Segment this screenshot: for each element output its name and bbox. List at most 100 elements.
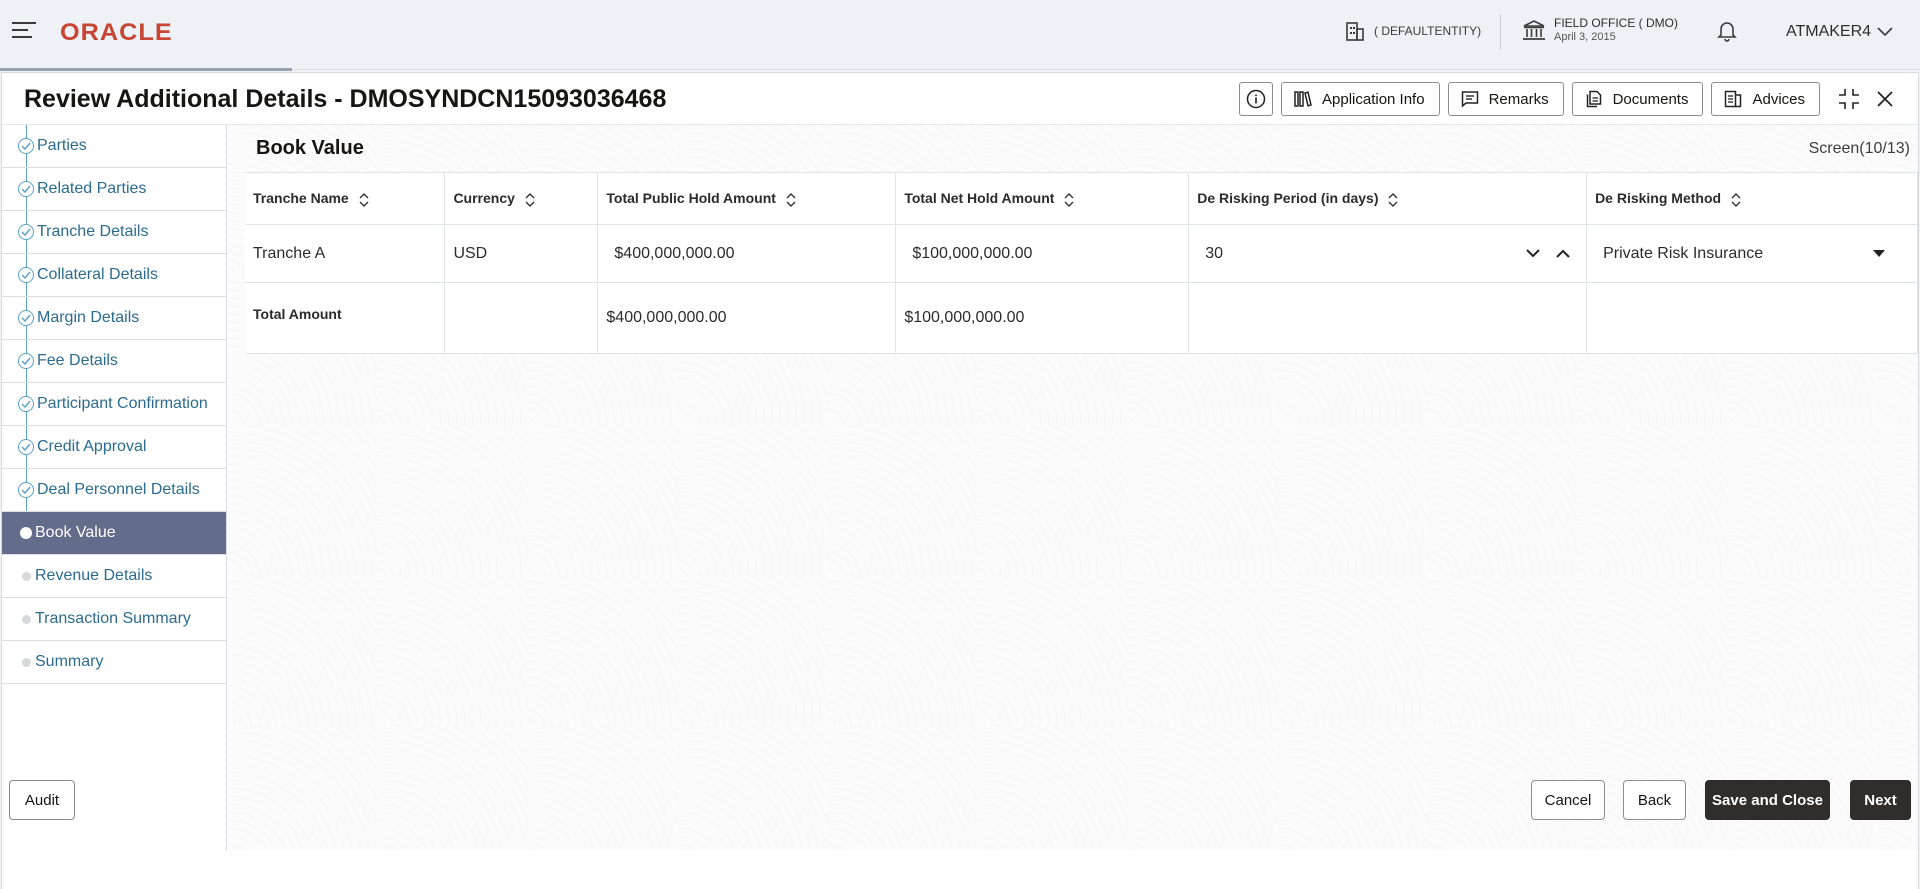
column-header-currency[interactable]: Currency xyxy=(444,172,599,225)
minimize-icon[interactable] xyxy=(1834,84,1864,114)
nav-item-revenue-details[interactable]: Revenue Details xyxy=(2,555,226,598)
check-circle-icon xyxy=(18,181,34,197)
derisk-method-value: Private Risk Insurance xyxy=(1603,244,1764,262)
table-row: Tranche A USD $400,000,000.00 $100,000,0… xyxy=(245,224,1918,283)
nav-item-collateral-details[interactable]: Collateral Details xyxy=(2,254,226,297)
increment-chevron-up-icon[interactable] xyxy=(1548,239,1578,269)
column-header-derisk-period[interactable]: De Risking Period (in days) xyxy=(1188,172,1588,225)
derisk-method-cell: Private Risk Insurance xyxy=(1586,224,1918,283)
column-header-derisk-method[interactable]: De Risking Method xyxy=(1586,172,1918,225)
back-label: Back xyxy=(1637,791,1672,809)
tranche-name-cell: Tranche A xyxy=(245,224,446,283)
column-header-label: Currency xyxy=(453,190,515,207)
save-and-close-button[interactable]: Save and Close xyxy=(1705,780,1830,820)
column-header-total-public-hold[interactable]: Total Public Hold Amount xyxy=(597,172,897,225)
documents-label: Documents xyxy=(1612,90,1689,108)
net-hold-cell: $100,000,000.00 xyxy=(895,224,1190,283)
save-and-close-label: Save and Close xyxy=(1712,791,1823,809)
active-tab-indicator xyxy=(0,68,292,71)
back-button[interactable]: Back xyxy=(1623,780,1686,820)
dialog-header: Review Additional Details - DMOSYNDCN150… xyxy=(2,73,1918,125)
total-public-hold-cell: $400,000,000.00 xyxy=(597,282,897,354)
nav-item-book-value[interactable]: Book Value xyxy=(2,512,226,555)
decrement-chevron-down-icon[interactable] xyxy=(1518,239,1548,269)
library-icon xyxy=(1294,91,1312,107)
nav-item-label: Tranche Details xyxy=(37,223,149,240)
column-header-total-net-hold[interactable]: Total Net Hold Amount xyxy=(895,172,1190,225)
advice-document-icon xyxy=(1725,90,1742,108)
derisk-period-value: 30 xyxy=(1205,244,1224,262)
application-info-button[interactable]: Application Info xyxy=(1281,82,1440,116)
office-selector[interactable]: FIELD OFFICE ( DMO) April 3, 2015 xyxy=(1522,16,1678,44)
stepper-arrows xyxy=(1518,239,1578,269)
public-hold-cell: $400,000,000.00 xyxy=(597,224,897,283)
check-circle-icon xyxy=(18,138,34,154)
column-header-label: Total Net Hold Amount xyxy=(904,190,1055,207)
nav-item-label: Fee Details xyxy=(37,352,118,369)
table-header-row: Tranche Name Currency Total Public Hold … xyxy=(245,172,1918,225)
total-row: Total Amount $400,000,000.00 $100,000,00… xyxy=(245,282,1918,354)
sort-icon xyxy=(359,192,369,207)
audit-button[interactable]: Audit xyxy=(9,780,75,820)
info-button[interactable] xyxy=(1239,82,1273,116)
nav-item-summary[interactable]: Summary xyxy=(2,641,226,684)
advices-button[interactable]: Advices xyxy=(1711,82,1820,116)
pending-step-icon xyxy=(22,615,31,624)
documents-button[interactable]: Documents xyxy=(1571,82,1704,116)
column-header-label: Total Public Hold Amount xyxy=(606,190,776,207)
nav-item-parties[interactable]: Parties xyxy=(2,125,226,168)
nav-item-deal-personnel-details[interactable]: Deal Personnel Details xyxy=(2,469,226,512)
next-label: Next xyxy=(1864,791,1897,809)
net-hold-amount-input[interactable]: $100,000,000.00 xyxy=(904,225,1180,282)
cancel-label: Cancel xyxy=(1544,791,1592,809)
nav-item-label: Book Value xyxy=(35,524,116,541)
pending-step-icon xyxy=(22,572,31,581)
column-header-label: De Risking Period (in days) xyxy=(1197,190,1379,207)
entity-selector[interactable]: ( DEFAULTENTITY) xyxy=(1346,21,1481,41)
user-name: ATMAKER4 xyxy=(1786,23,1872,40)
check-circle-icon xyxy=(18,482,34,498)
total-derisk-method-cell xyxy=(1586,282,1918,354)
nav-item-label: Margin Details xyxy=(37,309,140,326)
nav-item-label: Summary xyxy=(35,653,104,670)
bell-icon[interactable] xyxy=(1717,20,1737,47)
check-circle-icon xyxy=(18,396,34,412)
nav-item-margin-details[interactable]: Margin Details xyxy=(2,297,226,340)
office-name: FIELD OFFICE ( DMO) xyxy=(1554,16,1678,30)
nav-item-related-parties[interactable]: Related Parties xyxy=(2,168,226,211)
nav-item-tranche-details[interactable]: Tranche Details xyxy=(2,211,226,254)
dialog-footer xyxy=(2,850,1918,889)
top-header: ORACLE ( DEFAULTENTITY) FIELD OFFICE ( D… xyxy=(0,0,1920,71)
derisk-period-stepper[interactable]: 30 xyxy=(1197,239,1578,269)
check-circle-icon xyxy=(18,224,34,240)
currency-cell: USD xyxy=(444,224,599,283)
review-details-dialog: Review Additional Details - DMOSYNDCN150… xyxy=(1,72,1919,889)
cancel-button[interactable]: Cancel xyxy=(1531,780,1605,820)
dropdown-caret-icon xyxy=(1873,250,1885,257)
office-date: April 3, 2015 xyxy=(1554,31,1616,43)
oracle-logo: ORACLE xyxy=(60,19,173,46)
hamburger-menu-icon[interactable] xyxy=(12,22,36,42)
sort-icon xyxy=(786,192,796,207)
nav-item-label: Related Parties xyxy=(37,180,147,197)
remarks-button[interactable]: Remarks xyxy=(1447,82,1564,116)
comment-icon xyxy=(1461,91,1478,108)
nav-item-label: Transaction Summary xyxy=(35,610,191,627)
step-navigation: Parties Related Parties Tranche Details … xyxy=(2,125,227,850)
check-circle-icon xyxy=(18,353,34,369)
nav-item-fee-details[interactable]: Fee Details xyxy=(2,340,226,383)
public-hold-value: $400,000,000.00 xyxy=(614,244,735,262)
nav-item-participant-confirmation[interactable]: Participant Confirmation xyxy=(2,383,226,426)
public-hold-amount-input[interactable]: $400,000,000.00 xyxy=(606,225,887,282)
user-menu[interactable]: ATMAKER4 xyxy=(1786,23,1893,41)
application-info-label: Application Info xyxy=(1322,90,1425,108)
next-button[interactable]: Next xyxy=(1850,780,1911,820)
building-icon xyxy=(1346,22,1364,41)
derisk-method-select[interactable]: Private Risk Insurance xyxy=(1595,245,1909,263)
check-circle-icon xyxy=(18,439,34,455)
documents-icon xyxy=(1586,90,1601,108)
nav-item-transaction-summary[interactable]: Transaction Summary xyxy=(2,598,226,641)
close-icon[interactable] xyxy=(1870,84,1900,114)
nav-item-credit-approval[interactable]: Credit Approval xyxy=(2,426,226,469)
column-header-tranche-name[interactable]: Tranche Name xyxy=(245,172,446,225)
